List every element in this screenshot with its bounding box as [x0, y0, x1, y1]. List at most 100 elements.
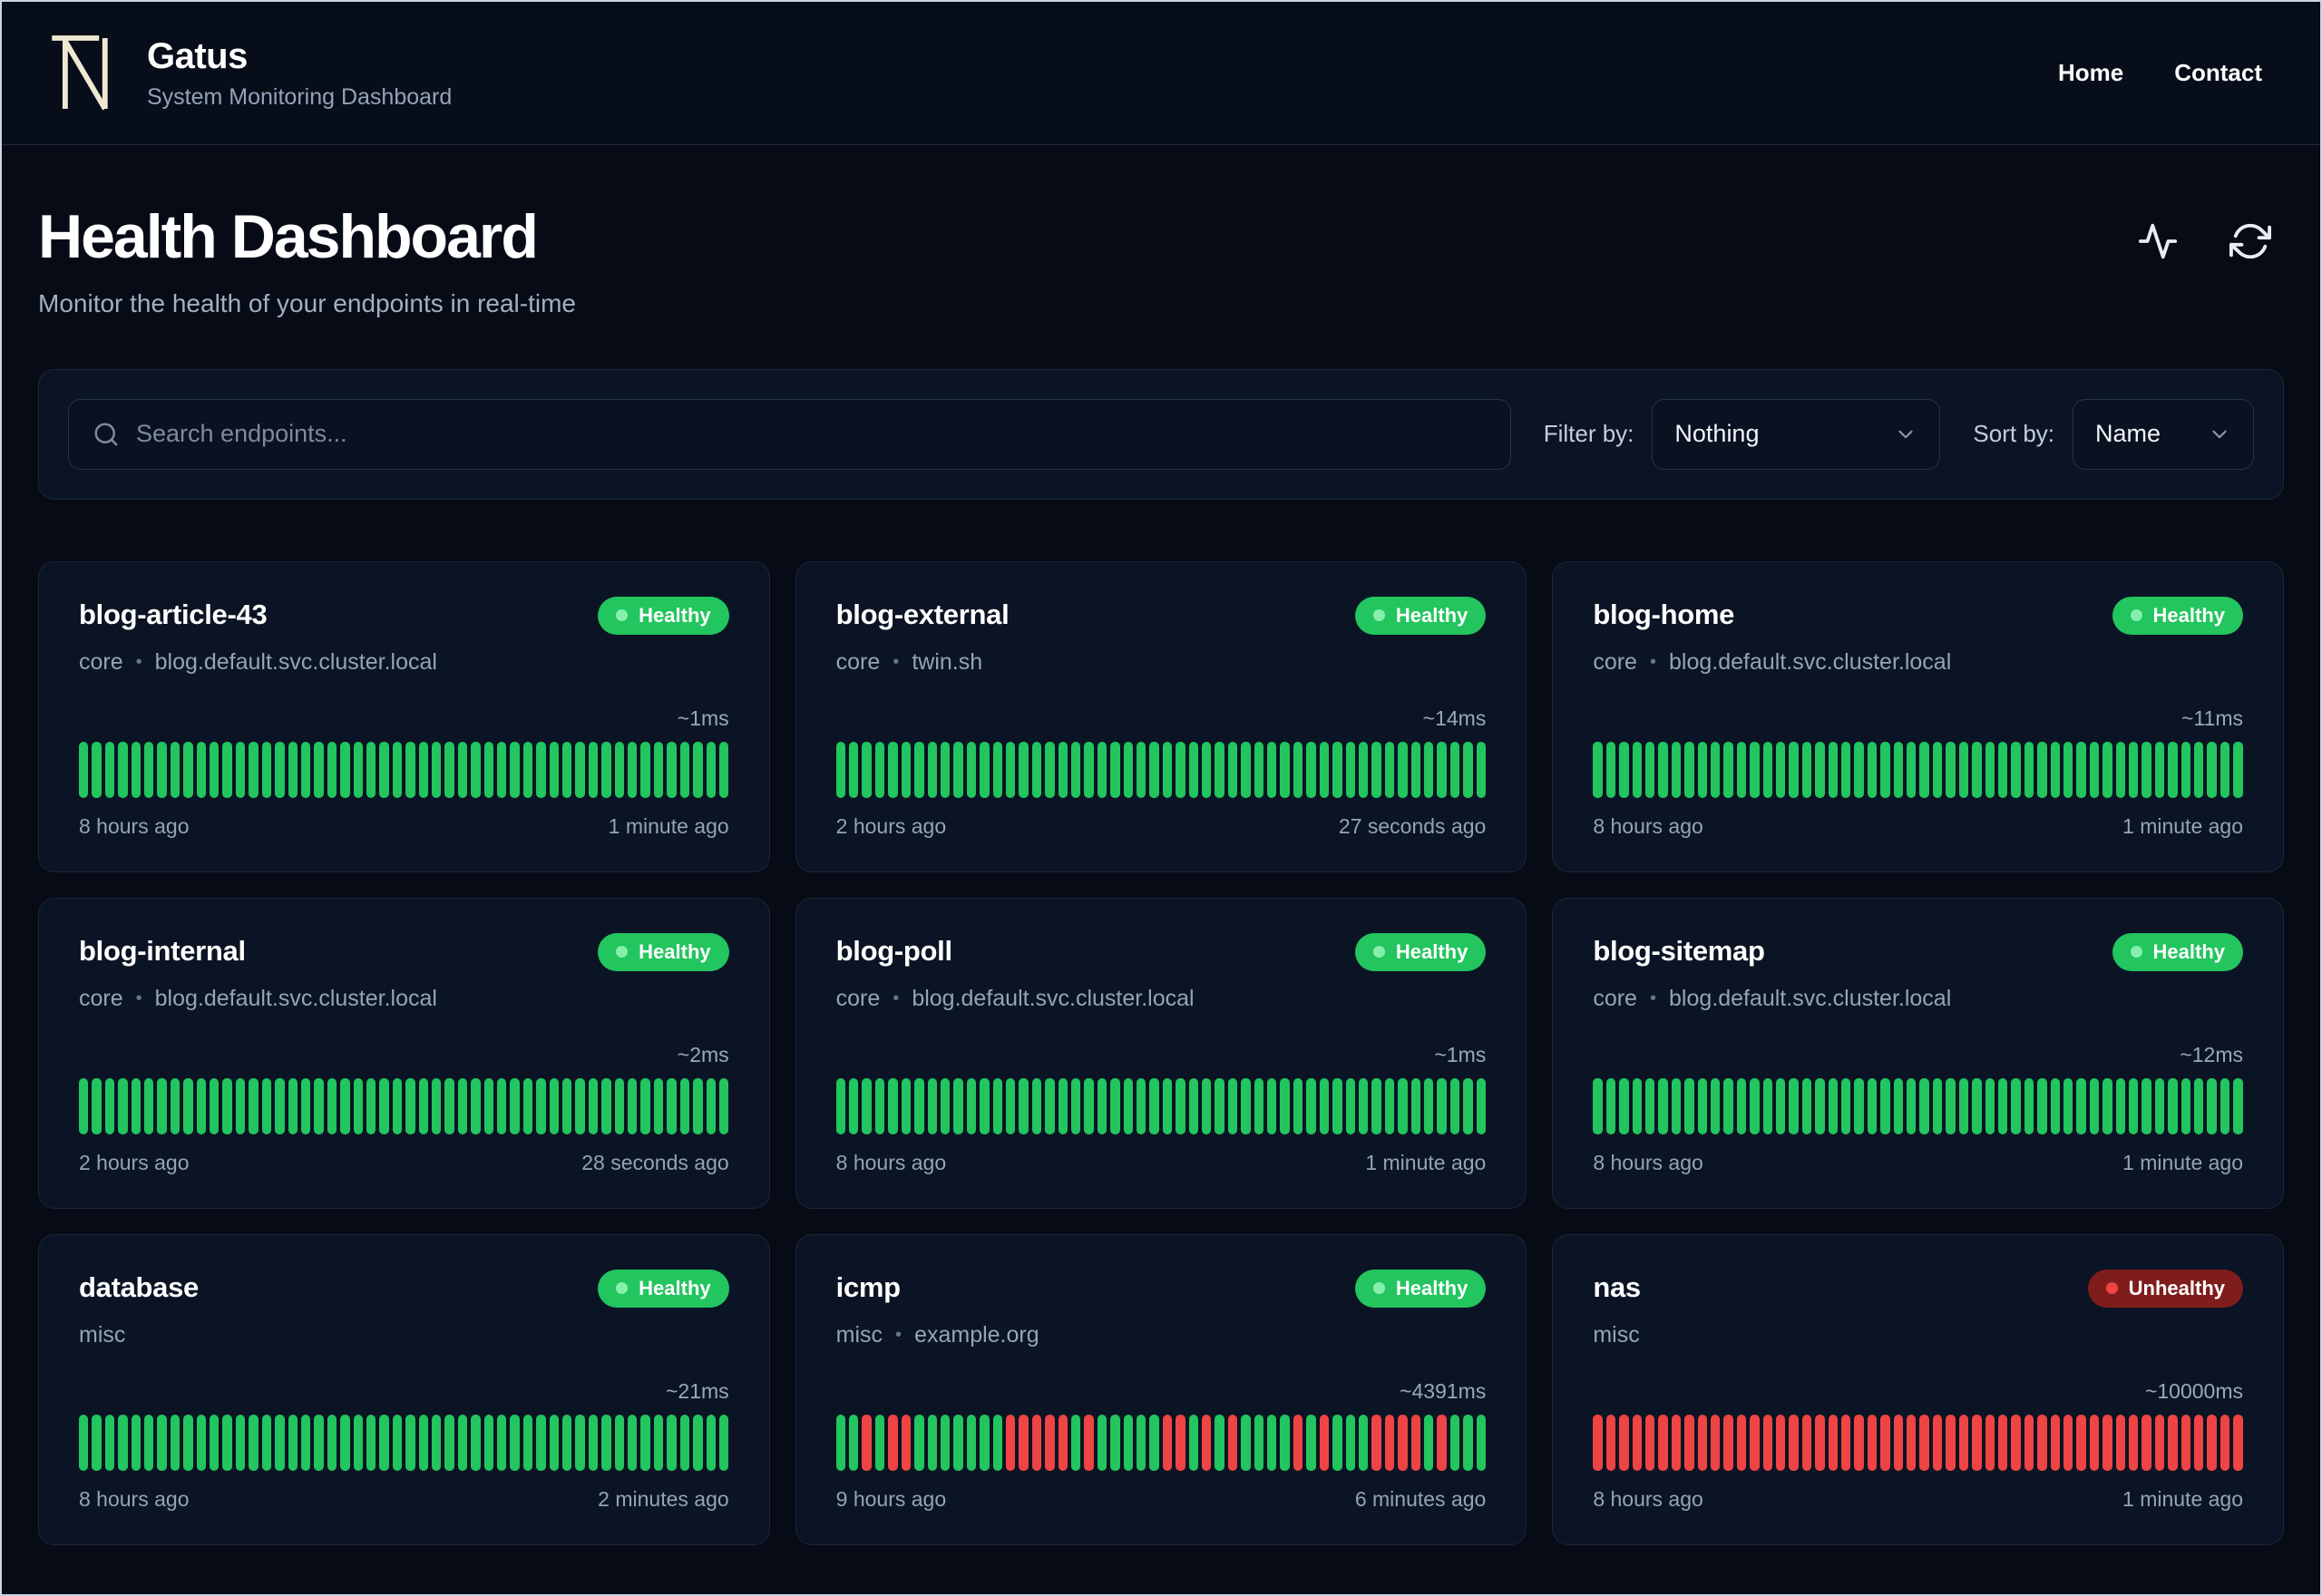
status-bar	[497, 741, 507, 798]
status-bar	[1644, 1077, 1655, 1134]
status-bar	[2233, 741, 2243, 798]
status-bar	[667, 1414, 677, 1471]
status-bar	[418, 741, 428, 798]
uptime-bars[interactable]	[79, 1414, 729, 1471]
status-bar	[1605, 1414, 1616, 1471]
status-bar	[1907, 1077, 1917, 1134]
status-bar	[549, 1077, 560, 1134]
nav-link-home[interactable]: Home	[2058, 59, 2123, 87]
endpoint-card[interactable]: icmp Healthy misc • example.org ~4391ms …	[795, 1233, 1527, 1545]
uptime-bars[interactable]	[835, 1414, 1487, 1471]
status-bar	[275, 1414, 285, 1471]
status-bar	[1710, 1414, 1721, 1471]
status-bar	[1202, 1414, 1212, 1471]
endpoint-group: core	[835, 985, 881, 1011]
endpoint-card[interactable]: blog-internal Healthy core • blog.defaul…	[38, 897, 770, 1209]
status-bar	[1684, 741, 1694, 798]
response-time: ~1ms	[1434, 1042, 1487, 1066]
activity-icon[interactable]	[2137, 220, 2179, 262]
status-bar	[575, 1414, 585, 1471]
status-bar	[2194, 1077, 2204, 1134]
status-bar	[510, 1414, 520, 1471]
status-dot-icon	[616, 1282, 629, 1295]
status-bar	[497, 1414, 507, 1471]
uptime-bars[interactable]	[1593, 1414, 2243, 1471]
refresh-icon[interactable]	[2229, 220, 2271, 262]
status-bar	[2168, 1414, 2178, 1471]
status-bar	[835, 1414, 846, 1471]
status-bar	[79, 741, 89, 798]
status-bar	[1736, 1077, 1747, 1134]
endpoint-card[interactable]: blog-home Healthy core • blog.default.sv…	[1552, 560, 2284, 872]
status-badge-label: Healthy	[639, 939, 711, 963]
endpoint-card[interactable]: blog-external Healthy core • twin.sh ~14…	[795, 560, 1527, 872]
status-bar	[2154, 741, 2165, 798]
response-time: ~12ms	[2180, 1042, 2243, 1066]
endpoint-host: example.org	[914, 1321, 1039, 1348]
status-bar	[1437, 741, 1447, 798]
sort-select[interactable]: Name	[2073, 398, 2254, 470]
status-bar	[901, 1077, 912, 1134]
status-bar	[980, 741, 990, 798]
uptime-bars[interactable]	[835, 741, 1487, 798]
status-bar	[1789, 741, 1799, 798]
status-bar	[1632, 741, 1642, 798]
endpoint-meta: misc	[1593, 1322, 2243, 1348]
status-bar	[1437, 1414, 1447, 1471]
status-bar	[992, 741, 1002, 798]
uptime-bars[interactable]	[1593, 741, 2243, 798]
status-bar	[628, 1077, 638, 1134]
status-bar	[1254, 1414, 1264, 1471]
filter-select[interactable]: Nothing	[1652, 398, 1941, 470]
status-bar	[588, 1414, 599, 1471]
status-bar	[222, 1414, 232, 1471]
status-bar	[914, 1414, 924, 1471]
endpoint-meta: core • blog.default.svc.cluster.local	[79, 986, 729, 1012]
status-bar	[1644, 1414, 1655, 1471]
endpoint-name: blog-internal	[79, 934, 246, 967]
status-bar	[92, 741, 102, 798]
endpoint-card[interactable]: database Healthy misc ~21ms 8 hours ago …	[38, 1233, 770, 1545]
endpoint-card[interactable]: nas Unhealthy misc ~10000ms 8 hours ago …	[1552, 1233, 2284, 1545]
newest-timestamp: 1 minute ago	[2122, 1486, 2243, 1511]
meta-separator: •	[1649, 651, 1656, 672]
status-bar	[1188, 1077, 1199, 1134]
status-bar	[314, 1414, 324, 1471]
status-bar	[562, 1077, 572, 1134]
endpoint-card[interactable]: blog-article-43 Healthy core • blog.defa…	[38, 560, 770, 872]
status-bar	[1097, 1414, 1107, 1471]
meta-separator: •	[893, 651, 900, 672]
status-bar	[1267, 1414, 1277, 1471]
status-bar	[1997, 1414, 2008, 1471]
status-bar	[718, 1414, 729, 1471]
status-bar	[888, 1414, 898, 1471]
status-bar	[1671, 741, 1682, 798]
status-bar	[1267, 1077, 1277, 1134]
uptime-bars[interactable]	[79, 1077, 729, 1134]
status-bar	[2168, 1077, 2178, 1134]
endpoint-card[interactable]: blog-poll Healthy core • blog.default.sv…	[795, 897, 1527, 1209]
status-bar	[1593, 1077, 1603, 1134]
status-bar	[1162, 1414, 1173, 1471]
search-input[interactable]	[136, 420, 1487, 449]
uptime-bars[interactable]	[79, 741, 729, 798]
status-bar	[2102, 1414, 2112, 1471]
status-bar	[914, 741, 924, 798]
status-badge-label: Healthy	[639, 603, 711, 627]
status-bar	[104, 1414, 115, 1471]
uptime-bars[interactable]	[1593, 1077, 2243, 1134]
status-bar	[353, 741, 363, 798]
status-bar	[1919, 1414, 1929, 1471]
status-bar	[2050, 741, 2060, 798]
uptime-bars[interactable]	[835, 1077, 1487, 1134]
status-bar	[1384, 1077, 1395, 1134]
page-subtitle: Monitor the health of your endpoints in …	[38, 288, 576, 317]
app-title-block: Gatus System Monitoring Dashboard	[147, 36, 452, 111]
status-bar	[1985, 1077, 1995, 1134]
status-bar	[562, 1414, 572, 1471]
nav-link-contact[interactable]: Contact	[2174, 59, 2262, 87]
app-logo	[49, 30, 120, 117]
endpoint-card[interactable]: blog-sitemap Healthy core • blog.default…	[1552, 897, 2284, 1209]
status-bar	[992, 1077, 1002, 1134]
status-bar	[1345, 1414, 1355, 1471]
